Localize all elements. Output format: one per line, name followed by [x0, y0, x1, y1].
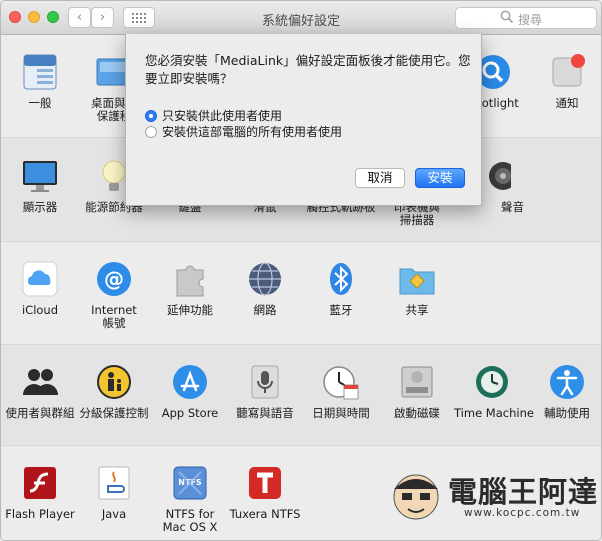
pane-notifications[interactable]: 通知: [529, 53, 601, 110]
pane-label: 網路: [253, 303, 277, 317]
pane-accessibility[interactable]: 輔助使用: [529, 363, 601, 420]
pane-label: 通知: [555, 96, 579, 110]
users-groups-icon: [21, 363, 59, 401]
cancel-button[interactable]: 取消: [355, 168, 405, 188]
pane-label: Java: [101, 507, 127, 521]
pane-startup-disk[interactable]: 啟動磁碟: [379, 363, 455, 420]
pane-label: 顯示器: [22, 200, 58, 214]
pane-dictation[interactable]: 聽寫與語音: [227, 363, 303, 420]
pane-tuxera[interactable]: Tuxera NTFS: [227, 464, 303, 521]
pane-label: 日期與時間: [312, 406, 370, 420]
pane-flash-player[interactable]: Flash Player: [2, 464, 78, 521]
radio-label: 只安裝供此使用者使用: [162, 109, 283, 123]
pane-java[interactable]: Java: [76, 464, 152, 521]
accessibility-icon: [548, 363, 586, 401]
pane-label: iCloud: [21, 303, 59, 317]
watermark-name: 電腦王阿達: [448, 475, 599, 509]
tuxera-icon: [246, 464, 284, 502]
pane-label: App Store: [161, 406, 219, 420]
mascot-logo-icon: [393, 474, 439, 520]
app-store-icon: [171, 363, 209, 401]
system-preferences-window: ‹ › 系統偏好設定 搜尋 一般 桌面與螢 保護程 Spotlight 通知 顯…: [0, 0, 602, 541]
internet-accounts-icon: @: [95, 260, 133, 298]
search-placeholder: 搜尋: [518, 13, 543, 27]
pane-parental-controls[interactable]: 分級保護控制: [76, 363, 152, 420]
time-machine-icon: [473, 363, 511, 401]
svg-text:@: @: [104, 267, 124, 291]
java-icon: [95, 464, 133, 502]
radio-unselected-icon[interactable]: [145, 126, 157, 138]
pane-label: Tuxera NTFS: [229, 507, 301, 521]
radio-install-current-user[interactable]: 只安裝供此使用者使用: [145, 107, 282, 124]
radio-label: 安裝供這部電腦的所有使用者使用: [162, 125, 343, 139]
search-field[interactable]: 搜尋: [455, 7, 597, 29]
notifications-icon: [548, 53, 586, 91]
pane-row-system: 使用者與群組 分級保護控制 App Store 聽寫與語音 日期與時間 啟動磁碟…: [1, 344, 601, 445]
pane-sharing[interactable]: 共享: [379, 260, 455, 317]
pane-displays[interactable]: 顯示器: [2, 157, 78, 214]
date-time-icon: [322, 363, 360, 401]
pane-date-time[interactable]: 日期與時間: [303, 363, 379, 420]
pane-label: 一般: [28, 96, 52, 110]
title-bar: ‹ › 系統偏好設定 搜尋: [1, 1, 601, 35]
pane-label: 聽寫與語音: [236, 406, 294, 420]
dictation-icon: [246, 363, 284, 401]
pane-extensions[interactable]: 延伸功能: [152, 260, 228, 317]
pane-label: Time Machine: [454, 406, 534, 420]
search-icon: [500, 10, 514, 24]
pane-users-groups[interactable]: 使用者與群組: [2, 363, 78, 420]
pane-label: 共享: [405, 303, 429, 317]
pane-icloud[interactable]: iCloud: [2, 260, 78, 317]
general-file-icon: [21, 53, 59, 91]
pane-label: 啟動磁碟: [394, 406, 440, 420]
pane-label: NTFS for Mac OS X: [162, 507, 218, 534]
icloud-icon: [21, 260, 59, 298]
pane-row-internet: iCloud @ Internet 帳號 延伸功能 網路 藍牙 共享: [1, 241, 601, 344]
bluetooth-icon: [322, 260, 360, 298]
pane-label: Internet 帳號: [91, 303, 137, 330]
pane-label: 分級保護控制: [79, 406, 149, 420]
pane-internet-accounts[interactable]: @ Internet 帳號: [76, 260, 152, 330]
watermark-url: www.kocpc.com.tw: [464, 507, 581, 519]
parental-controls-icon: [95, 363, 133, 401]
pane-label: 輔助使用: [544, 406, 590, 420]
pane-ntfs[interactable]: NTFS NTFS for Mac OS X: [152, 464, 228, 534]
pane-time-machine[interactable]: Time Machine: [454, 363, 534, 420]
pane-label: Flash Player: [5, 507, 75, 521]
extensions-icon: [171, 260, 209, 298]
radio-install-all-users[interactable]: 安裝供這部電腦的所有使用者使用: [145, 123, 342, 140]
pane-bluetooth[interactable]: 藍牙: [303, 260, 379, 317]
radio-selected-icon[interactable]: [145, 110, 157, 122]
display-icon: [21, 157, 59, 195]
startup-disk-icon: [398, 363, 436, 401]
flash-player-icon: [21, 464, 59, 502]
pane-label: 使用者與群組: [5, 406, 75, 420]
pane-label: 藍牙: [329, 303, 353, 317]
pane-general[interactable]: 一般: [2, 53, 78, 110]
dialog-message: 您必須安裝「MediaLink」偏好設定面板後才能使用它。您要立即安裝嗎？: [145, 53, 471, 86]
site-watermark: 電腦王阿達 www.kocpc.com.tw: [386, 463, 598, 527]
sharing-icon: [398, 260, 436, 298]
pane-app-store[interactable]: App Store: [152, 363, 228, 420]
pane-label: 延伸功能: [167, 303, 213, 317]
install-pane-dialog: 您必須安裝「MediaLink」偏好設定面板後才能使用它。您要立即安裝嗎？ 只安…: [125, 34, 482, 206]
install-button[interactable]: 安裝: [415, 168, 465, 188]
network-icon: [246, 260, 284, 298]
pane-network[interactable]: 網路: [227, 260, 303, 317]
ntfs-icon: NTFS: [171, 464, 209, 502]
